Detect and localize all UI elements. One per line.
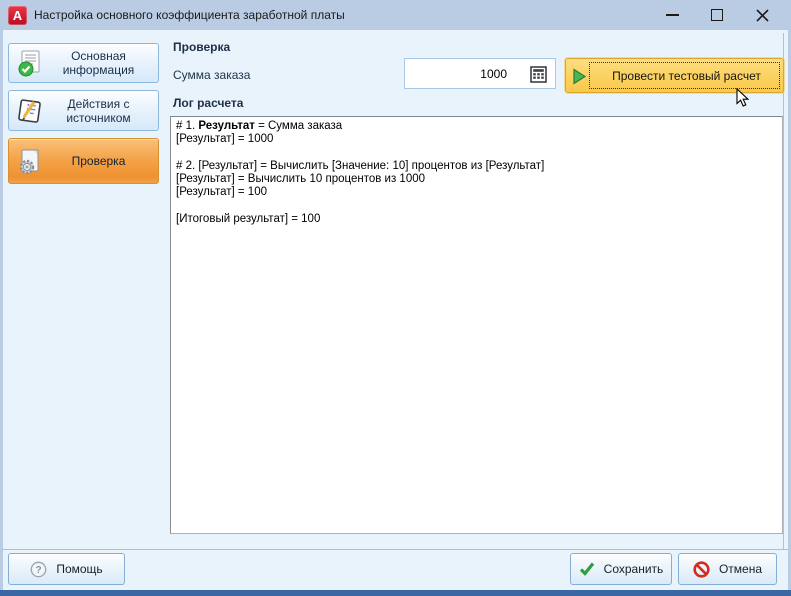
- calc-log-content[interactable]: # 1. Результат = Сумма заказа[Результат]…: [170, 116, 783, 534]
- help-icon: ?: [30, 561, 47, 578]
- close-icon: [756, 9, 769, 22]
- cancel-icon: [693, 561, 710, 578]
- footer-divider: [3, 549, 788, 550]
- sidebar-item-check[interactable]: Проверка: [8, 138, 159, 184]
- order-sum-editor: [404, 58, 556, 89]
- window-title: Настройка основного коэффициента заработ…: [34, 8, 345, 22]
- calculator-icon[interactable]: [528, 65, 548, 84]
- cancel-button[interactable]: Отмена: [678, 553, 777, 585]
- run-test-calc-button[interactable]: Провести тестовый расчет: [565, 58, 784, 93]
- close-button[interactable]: [745, 0, 779, 30]
- mouse-cursor: [736, 88, 749, 112]
- check-icon: [579, 562, 595, 576]
- sidebar-item-basic-info[interactable]: Основная информация: [8, 43, 159, 83]
- notepad-pen-icon: [9, 96, 49, 126]
- calc-log-title: Лог расчета: [173, 96, 243, 110]
- sidebar-item-source-actions[interactable]: Действия с источником: [8, 90, 159, 131]
- save-label: Сохранить: [604, 562, 664, 576]
- sidebar-item-label: Проверка: [49, 154, 158, 168]
- maximize-button[interactable]: [700, 0, 734, 30]
- sidebar-item-label: Основная информация: [49, 49, 158, 77]
- app-logo-icon: A: [8, 6, 27, 25]
- maximize-icon: [711, 9, 723, 21]
- window-frame-bottom: [0, 590, 791, 596]
- window-frame-left: [0, 30, 3, 590]
- dialog-window: A Настройка основного коэффициента зараб…: [0, 0, 791, 596]
- group-title: Проверка: [173, 40, 230, 54]
- svg-text:?: ?: [36, 565, 42, 576]
- sidebar-item-label: Действия с источником: [49, 97, 158, 125]
- order-sum-label: Сумма заказа: [173, 68, 250, 82]
- minimize-icon: [666, 14, 679, 16]
- document-gear-icon: [9, 146, 49, 176]
- help-button[interactable]: ? Помощь: [8, 553, 125, 585]
- titlebar[interactable]: A Настройка основного коэффициента зараб…: [0, 0, 791, 30]
- play-icon: [572, 68, 587, 90]
- save-button[interactable]: Сохранить: [570, 553, 672, 585]
- panel-border: [783, 33, 784, 549]
- document-check-icon: [9, 48, 49, 78]
- run-test-calc-label: Провести тестовый расчет: [590, 59, 783, 92]
- help-label: Помощь: [56, 562, 102, 576]
- minimize-button[interactable]: [655, 0, 689, 30]
- cancel-label: Отмена: [719, 562, 762, 576]
